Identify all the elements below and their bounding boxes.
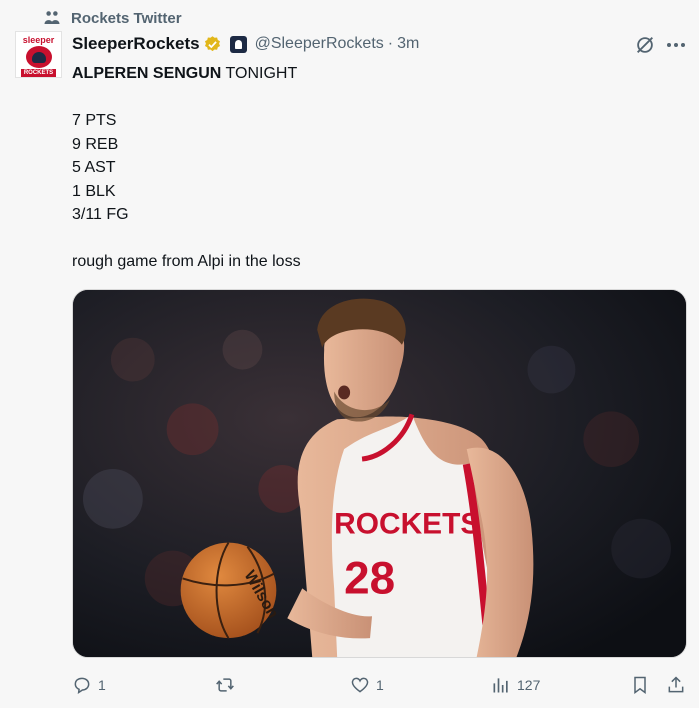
- grok-icon[interactable]: [634, 34, 656, 56]
- separator-dot: ·: [387, 35, 394, 52]
- bookmark-button[interactable]: [630, 673, 650, 697]
- stat-line: 1 BLK: [72, 182, 116, 200]
- avatar-logo-text: sleeper: [22, 35, 55, 45]
- jersey-text: ROCKETS: [334, 508, 480, 541]
- stat-line: 7 PTS: [72, 112, 117, 129]
- tweet-headline: ALPEREN SENGUN TONIGHT: [72, 62, 672, 86]
- affiliation-badge-icon[interactable]: [229, 35, 247, 53]
- action-bar: 1 1 127: [72, 673, 687, 697]
- analytics-icon: [493, 678, 508, 693]
- author-handle[interactable]: @SleeperRockets: [255, 35, 384, 53]
- verified-badge-icon[interactable]: [203, 35, 222, 54]
- avatar-logo-mark: [25, 46, 52, 68]
- headline-suffix: TONIGHT: [221, 65, 298, 82]
- tweet-photo[interactable]: ROCKETS 28 Wilson: [72, 289, 687, 658]
- context-label: Rockets Twitter: [71, 9, 182, 27]
- tweet-header: SleeperRockets @SleeperRockets · 3m: [72, 33, 419, 55]
- community-icon: [44, 11, 60, 24]
- retweet-icon: [216, 678, 234, 692]
- stat-line: 3/11 FG: [72, 206, 129, 223]
- heart-icon: [351, 677, 369, 693]
- stat-line: 9 REB: [72, 135, 119, 153]
- like-count: 1: [376, 677, 384, 693]
- share-button[interactable]: [666, 673, 686, 697]
- view-count: 127: [517, 677, 541, 693]
- player-name: ALPEREN SENGUN: [72, 65, 222, 82]
- reply-icon: [74, 677, 90, 695]
- jersey-number: 28: [344, 552, 395, 603]
- avatar-logo-subtext: ROCKETS: [20, 69, 57, 77]
- social-context[interactable]: Rockets Twitter: [43, 8, 182, 28]
- tweet-closing-line: rough game from Alpi in the loss: [72, 253, 301, 270]
- tweet-text: ALPEREN SENGUN TONIGHT 7 PTS 9 REB 5 AST…: [72, 62, 672, 274]
- author-display-name[interactable]: SleeperRockets: [72, 34, 200, 54]
- tweet-timestamp[interactable]: 3m: [397, 35, 419, 53]
- share-icon: [668, 676, 684, 693]
- like-button[interactable]: 1: [350, 673, 384, 697]
- views-button[interactable]: 127: [491, 673, 540, 697]
- avatar[interactable]: sleeper ROCKETS: [15, 31, 62, 78]
- retweet-button[interactable]: [215, 673, 241, 697]
- bookmark-icon: [634, 676, 646, 694]
- reply-count: 1: [98, 677, 106, 693]
- stat-line: 5 AST: [72, 159, 116, 176]
- reply-button[interactable]: 1: [72, 673, 106, 697]
- more-options-icon[interactable]: [666, 41, 686, 49]
